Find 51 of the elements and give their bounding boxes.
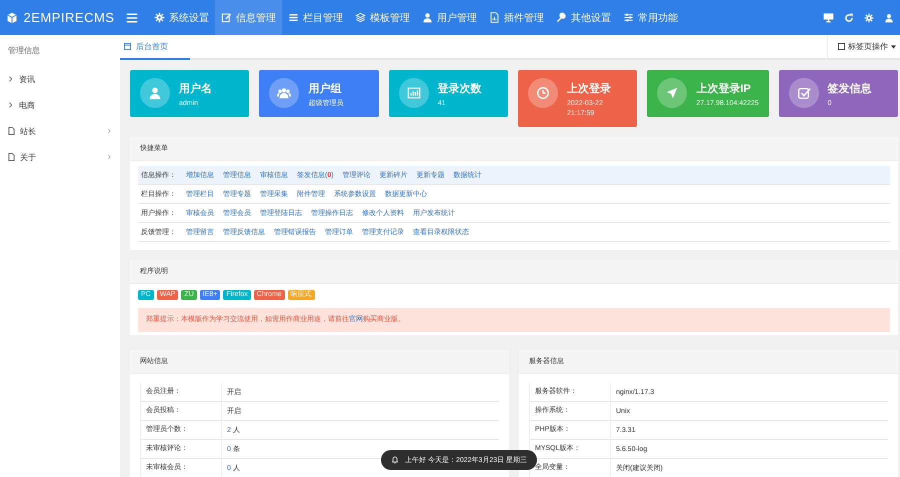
card-title: 上次登录	[567, 82, 612, 96]
edit-icon	[221, 12, 232, 23]
menu-icon[interactable]	[126, 12, 138, 24]
sidebar-item[interactable]: 电商	[0, 92, 120, 118]
tab-actions-dropdown[interactable]: 标签页操作	[827, 35, 900, 58]
bell-icon	[391, 456, 399, 464]
nav-tab[interactable]: 用户管理	[416, 0, 483, 35]
card-title: 上次登录IP	[696, 82, 752, 96]
nav-tab[interactable]: 常用功能	[617, 0, 684, 35]
checkbox-icon	[796, 86, 811, 100]
logo-text: 2EMPIRECMS	[24, 10, 114, 25]
users-icon	[277, 86, 292, 100]
sidebar-item[interactable]: 资讯	[0, 66, 120, 92]
user-icon	[148, 86, 162, 100]
bar-chart-icon	[406, 86, 421, 100]
chevron-right-icon	[107, 154, 112, 160]
gear-icon	[154, 12, 165, 23]
document-icon	[8, 153, 15, 161]
square-icon	[838, 43, 845, 50]
settings-icon[interactable]	[864, 12, 874, 22]
document-icon	[8, 127, 15, 135]
card-title: 登录次数	[438, 82, 482, 96]
window-icon	[124, 43, 131, 50]
chevron-right-icon	[8, 102, 14, 108]
document-icon	[489, 12, 500, 23]
refresh-icon[interactable]	[844, 12, 854, 22]
sliders-icon	[623, 12, 634, 23]
sidebar-title: 管理信息	[7, 45, 41, 57]
cube-icon	[6, 12, 18, 24]
tab[interactable]: 后台首页	[120, 35, 190, 60]
caret-icon	[891, 44, 896, 48]
nav-tab[interactable]: 模板管理	[349, 0, 416, 35]
card-title: 签发信息	[828, 82, 872, 96]
card-title: 用户名	[179, 82, 212, 96]
sidebar-item[interactable]: 站长	[0, 118, 120, 144]
chevron-right-icon	[8, 76, 14, 82]
nav-tab[interactable]: 栏目管理	[282, 0, 349, 35]
layers-icon	[355, 12, 366, 23]
sidebar-item[interactable]: 关于	[0, 144, 120, 170]
nav-tab[interactable]: 插件管理	[483, 0, 550, 35]
nav-tab[interactable]: 信息管理	[215, 0, 282, 35]
monitor-icon[interactable]	[823, 12, 834, 23]
card-title: 用户组	[308, 82, 342, 96]
user-icon	[422, 12, 433, 23]
clock-icon	[536, 86, 550, 100]
location-arrow-icon	[665, 86, 680, 100]
list-icon	[288, 12, 299, 23]
nav-tab[interactable]: 其他设置	[550, 0, 617, 35]
user-icon[interactable]	[884, 12, 894, 22]
chevron-right-icon	[107, 128, 112, 134]
nav-tab[interactable]: 系统设置	[148, 0, 215, 35]
